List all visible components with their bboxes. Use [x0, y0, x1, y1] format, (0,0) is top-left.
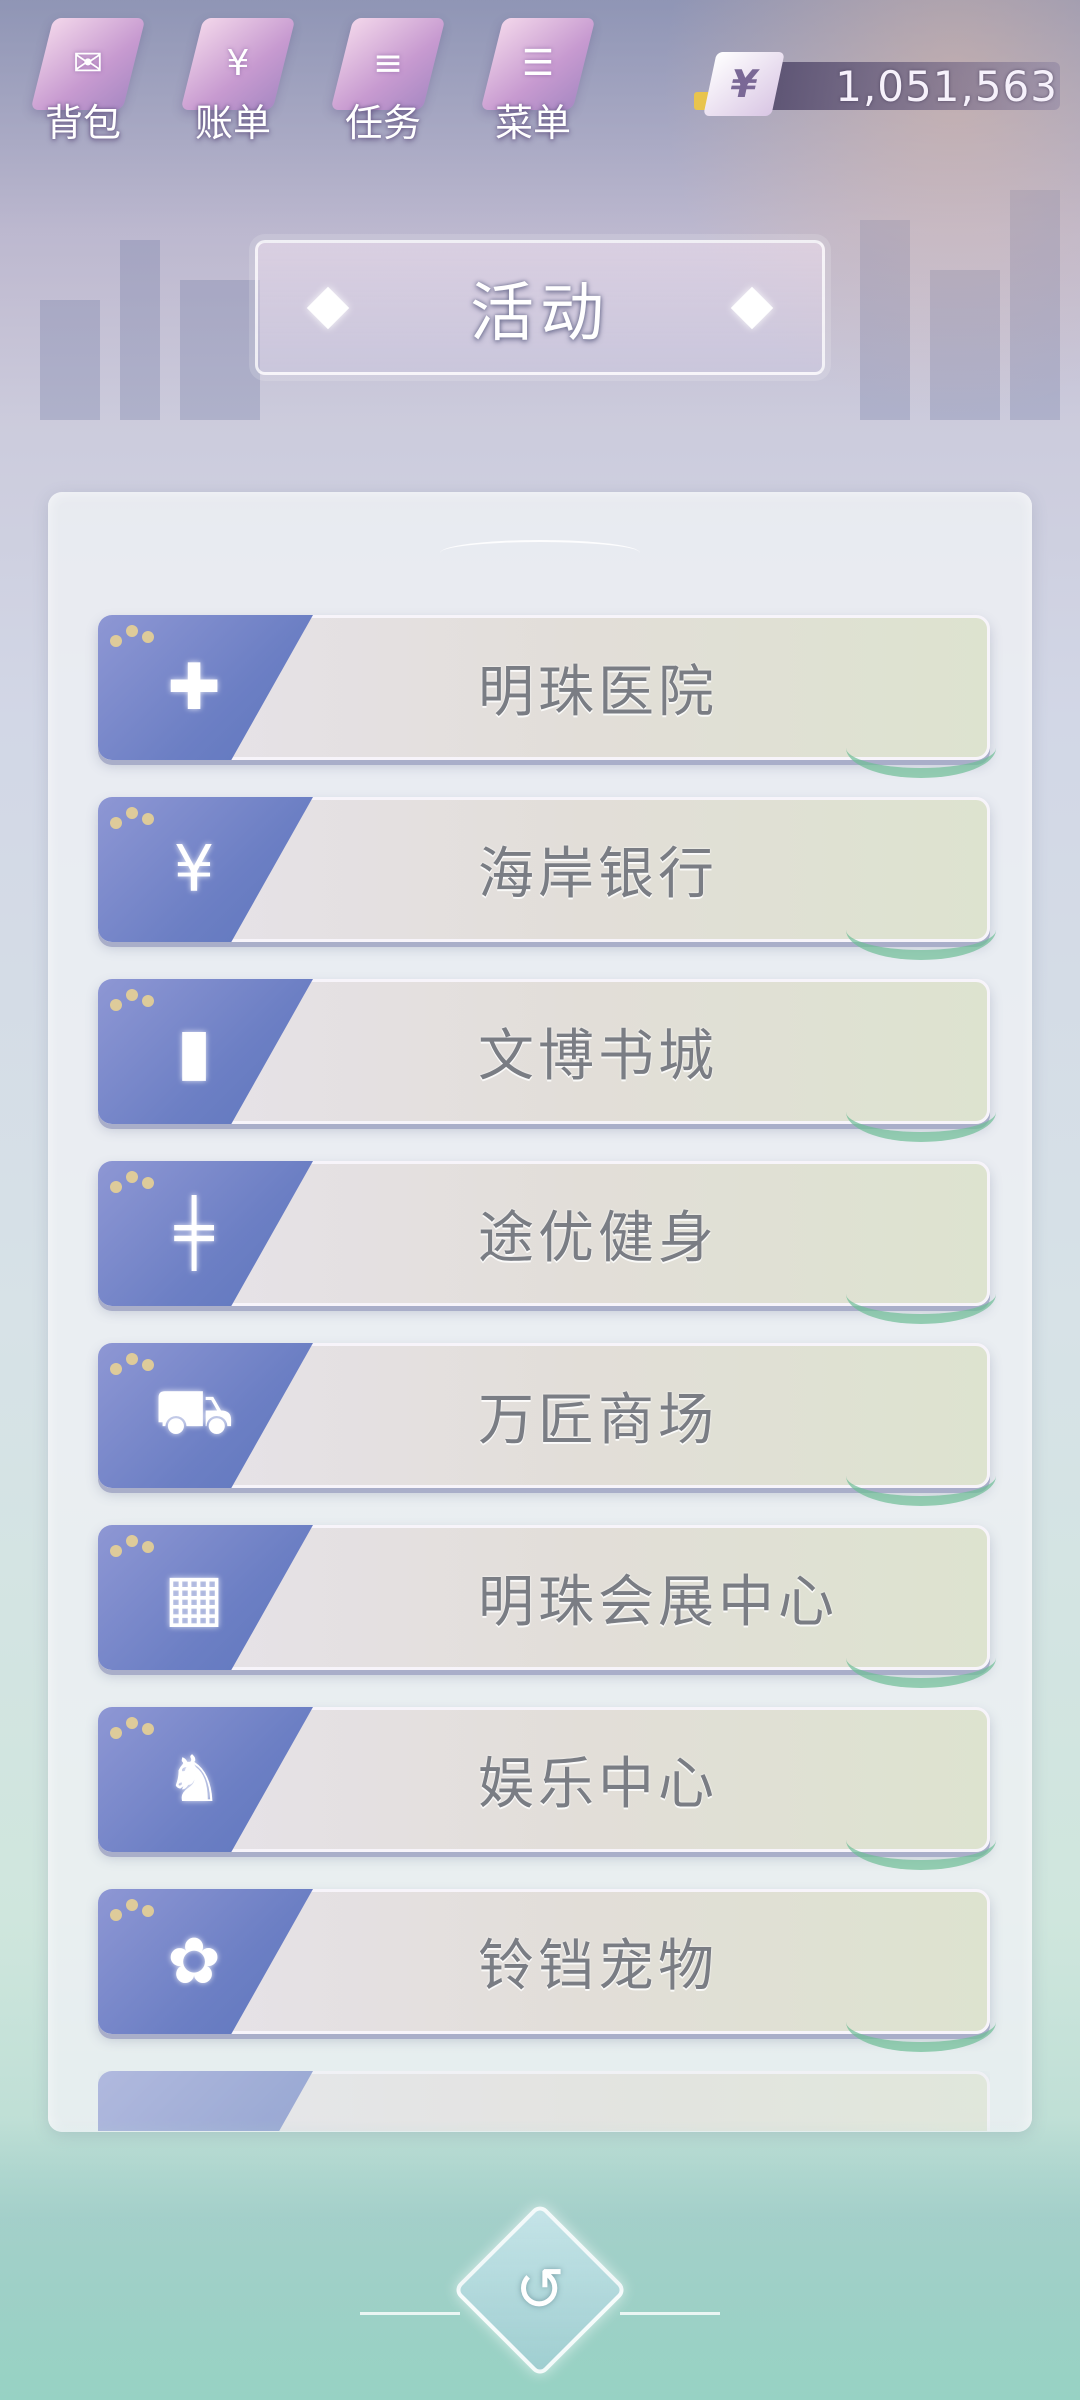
location-name: 途优健身: [478, 1206, 718, 1271]
yen-icon: ¥: [703, 52, 785, 116]
chess-icon: ♞: [165, 1743, 223, 1817]
menu-icon: ☰: [521, 42, 555, 84]
location-list[interactable]: ✚ 明珠医院 ¥ 海岸银行 ▮ 文博书城 ╪ 途优健身 ⛟ 万匠商场 ▦ 明珠会…: [98, 615, 996, 2168]
shopping-cart-icon: ⛟: [153, 1375, 235, 1449]
paw-icon: ✿: [167, 1925, 221, 1999]
task-button[interactable]: ≡ 任务: [318, 10, 448, 155]
task-icon: ≡: [372, 42, 404, 84]
leaf-ornament: [846, 1810, 996, 1870]
divider: [360, 2312, 460, 2315]
leaf-ornament: [846, 718, 996, 778]
divider: [620, 2312, 720, 2315]
building-icon: ▦: [163, 1561, 225, 1635]
location-item-pet[interactable]: ✿ 铃铛宠物: [98, 1889, 996, 2052]
menu-button[interactable]: ☰ 菜单: [468, 10, 598, 155]
location-item-hospital[interactable]: ✚ 明珠医院: [98, 615, 996, 778]
diamond-icon: [730, 286, 774, 329]
location-name: 铃铛宠物: [478, 1934, 718, 1999]
location-name: 万匠商场: [478, 1388, 718, 1453]
leaf-ornament: [846, 1264, 996, 1324]
location-item-bookstore[interactable]: ▮ 文博书城: [98, 979, 996, 1142]
location-item-entertainment[interactable]: ♞ 娱乐中心: [98, 1707, 996, 1870]
currency-amount: 1,051,563: [835, 62, 1058, 111]
panel-ornament: [440, 540, 640, 566]
top-bar: ✉ 背包 ¥ 账单 ≡ 任务 ☰ 菜单 ¥ 1,051,563: [0, 0, 1080, 160]
currency-display: ¥ 1,051,563: [690, 52, 1060, 116]
location-name: 文博书城: [478, 1024, 718, 1089]
page-title-banner: 活动: [255, 240, 825, 375]
backpack-label: 背包: [44, 101, 121, 145]
book-icon: ▮: [176, 1015, 212, 1089]
back-arrow-icon: ↺: [514, 2255, 566, 2325]
page-title: 活动: [470, 276, 610, 351]
location-item-bank[interactable]: ¥ 海岸银行: [98, 797, 996, 960]
leaf-ornament: [846, 900, 996, 960]
backpack-icon: ✉: [72, 42, 104, 84]
backpack-button[interactable]: ✉ 背包: [18, 10, 148, 155]
task-label: 任务: [344, 101, 421, 145]
bill-button[interactable]: ¥ 账单: [168, 10, 298, 155]
diamond-icon: [306, 286, 350, 329]
leaf-ornament: [846, 1446, 996, 1506]
location-item-convention-center[interactable]: ▦ 明珠会展中心: [98, 1525, 996, 1688]
leaf-ornament: [846, 1992, 996, 2052]
coins-icon: ¥: [173, 833, 215, 907]
location-name: 明珠会展中心: [478, 1570, 838, 1635]
location-name: 海岸银行: [478, 842, 718, 907]
location-item-mall[interactable]: ⛟ 万匠商场: [98, 1343, 996, 1506]
location-name: 明珠医院: [478, 660, 718, 725]
bill-icon: ¥: [226, 42, 250, 84]
leaf-ornament: [846, 1628, 996, 1688]
bill-label: 账单: [194, 101, 271, 145]
location-name: 娱乐中心: [478, 1752, 718, 1817]
menu-label: 菜单: [494, 101, 571, 145]
leaf-ornament: [846, 1082, 996, 1142]
hospital-cross-icon: ✚: [167, 651, 221, 725]
location-item-gym[interactable]: ╪ 途优健身: [98, 1161, 996, 1324]
dumbbell-icon: ╪: [174, 1197, 214, 1271]
